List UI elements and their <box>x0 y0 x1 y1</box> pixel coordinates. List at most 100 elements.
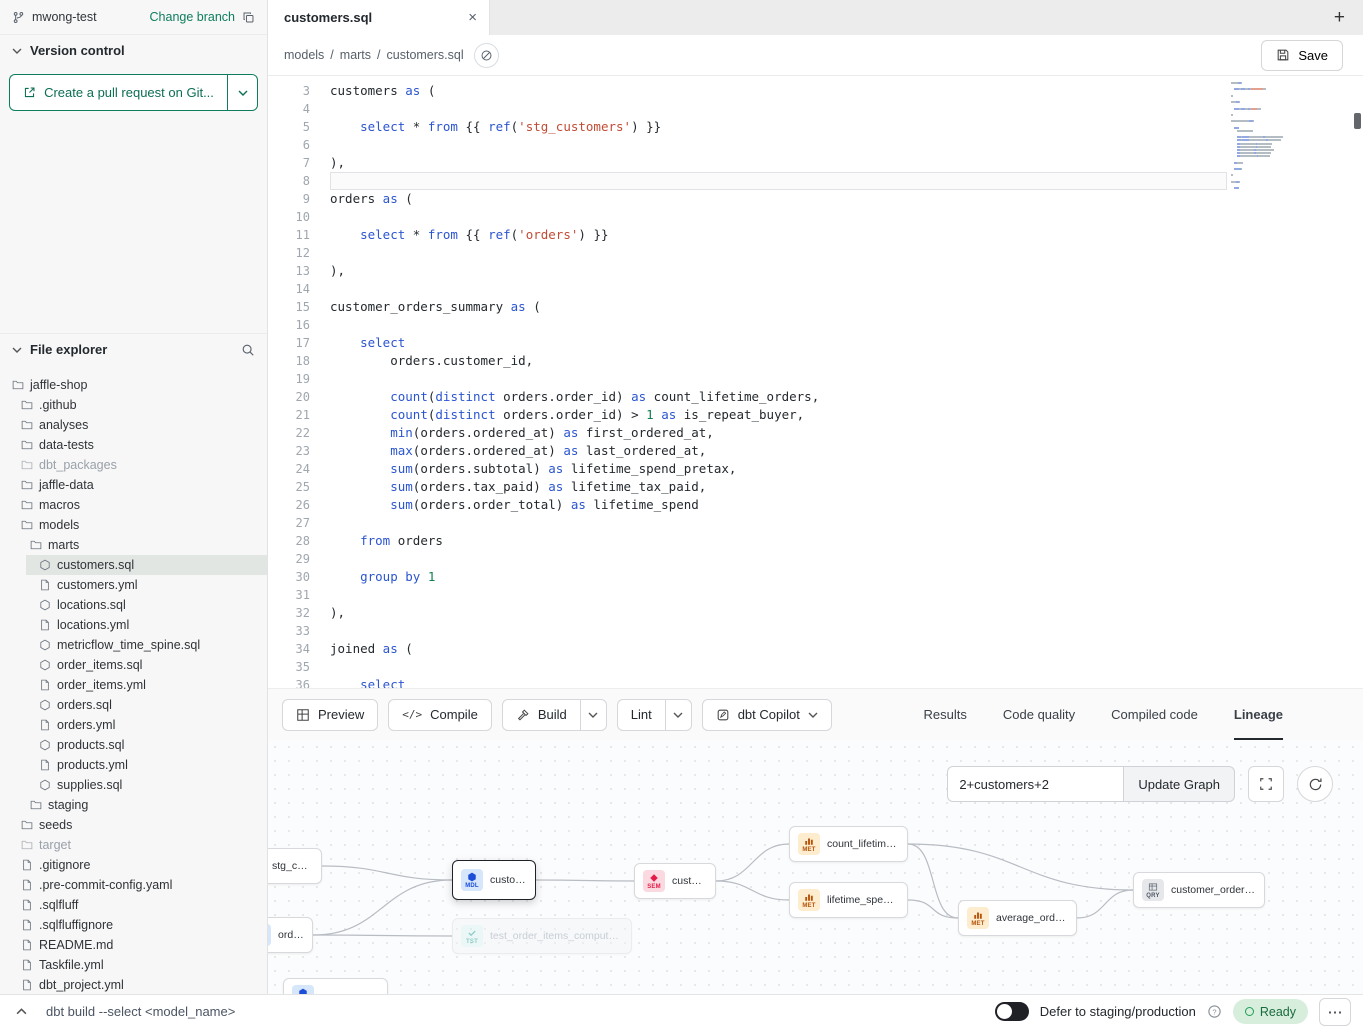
file-tree-item-seeds[interactable]: seeds <box>0 815 267 835</box>
copy-branch-icon[interactable] <box>242 11 255 24</box>
compile-button[interactable]: </> Compile <box>388 699 492 731</box>
code-line[interactable]: 23 max(orders.ordered_at) as last_ordere… <box>268 442 1363 460</box>
build-button[interactable]: Build <box>502 699 580 731</box>
lineage-node-orders_src[interactable]: MDLorders <box>268 917 313 953</box>
code-line[interactable]: 6 <box>268 136 1363 154</box>
file-tree-item-staging[interactable]: staging <box>0 795 267 815</box>
file-tree-item-jaffle-data[interactable]: jaffle-data <box>0 475 267 495</box>
code-line[interactable]: 11 select * from {{ ref('orders') }} <box>268 226 1363 244</box>
file-tree-item-supplies.sql[interactable]: supplies.sql <box>0 775 267 795</box>
lint-button[interactable]: Lint <box>617 699 665 731</box>
build-dropdown-button[interactable] <box>580 699 607 731</box>
file-tree-item-.sqlfluffignore[interactable]: .sqlfluffignore <box>0 915 267 935</box>
code-line[interactable]: 14 <box>268 280 1363 298</box>
lineage-node-count_lifetime_orders[interactable]: METcount_lifetime_orders <box>789 826 908 862</box>
update-graph-button[interactable]: Update Graph <box>1123 766 1235 802</box>
file-tree-item-jaffle-shop[interactable]: jaffle-shop <box>0 375 267 395</box>
breadcrumb-part[interactable]: customers.sql <box>387 48 464 62</box>
code-line[interactable]: 25 sum(orders.tax_paid) as lifetime_tax_… <box>268 478 1363 496</box>
lineage-node-test_order[interactable]: TSTtest_order_items_compute_to_bools... <box>452 918 632 954</box>
breadcrumb-part[interactable]: models <box>284 48 324 62</box>
code-line[interactable]: 24 sum(orders.subtotal) as lifetime_spen… <box>268 460 1363 478</box>
editor-scrollbar[interactable] <box>1354 113 1361 129</box>
code-line[interactable]: 5 select * from {{ ref('stg_customers') … <box>268 118 1363 136</box>
refresh-button[interactable] <box>1297 766 1333 802</box>
code-line[interactable]: 9orders as ( <box>268 190 1363 208</box>
file-tree-item-dbt_project.yml[interactable]: dbt_project.yml <box>0 975 267 994</box>
change-branch-link[interactable]: Change branch <box>150 10 235 24</box>
code-line[interactable]: 13), <box>268 262 1363 280</box>
tab-results[interactable]: Results <box>924 689 967 741</box>
file-tree-item-target[interactable]: target <box>0 835 267 855</box>
file-tree-item-.gitignore[interactable]: .gitignore <box>0 855 267 875</box>
file-tree-item-.github[interactable]: .github <box>0 395 267 415</box>
file-tree-item-order_items.sql[interactable]: order_items.sql <box>0 655 267 675</box>
file-tree-item-orders.yml[interactable]: orders.yml <box>0 715 267 735</box>
tab-code-quality[interactable]: Code quality <box>1003 689 1075 741</box>
close-tab-icon[interactable]: × <box>468 9 477 26</box>
tab-compiled-code[interactable]: Compiled code <box>1111 689 1198 741</box>
tab-lineage[interactable]: Lineage <box>1234 689 1283 741</box>
file-tree-item-Taskfile.yml[interactable]: Taskfile.yml <box>0 955 267 975</box>
code-line[interactable]: 3customers as ( <box>268 82 1363 100</box>
lineage-node-partial_bottom[interactable]: MDL <box>283 978 388 994</box>
breadcrumb-part[interactable]: marts <box>340 48 371 62</box>
code-line[interactable]: 31 <box>268 586 1363 604</box>
fullscreen-button[interactable] <box>1248 766 1284 802</box>
file-explorer-header[interactable]: File explorer <box>0 333 267 365</box>
code-line[interactable]: 33 <box>268 622 1363 640</box>
dbt-copilot-button[interactable]: dbt Copilot <box>702 699 832 731</box>
search-icon[interactable] <box>241 343 255 357</box>
file-tree-item-README.md[interactable]: README.md <box>0 935 267 955</box>
file-tree-item-order_items.yml[interactable]: order_items.yml <box>0 675 267 695</box>
expand-panel-button[interactable] <box>12 1003 30 1021</box>
lineage-panel[interactable]: MDLstg_customers MDLorders MDLcustomers SEM… <box>268 740 1363 994</box>
code-line[interactable]: 29 <box>268 550 1363 568</box>
code-line[interactable]: 36 select <box>268 676 1363 688</box>
code-line[interactable]: 15customer_orders_summary as ( <box>268 298 1363 316</box>
file-tree-item-.sqlfluff[interactable]: .sqlfluff <box>0 895 267 915</box>
file-tree-item-metricflow_time_spine.sql[interactable]: metricflow_time_spine.sql <box>0 635 267 655</box>
file-tree-item-locations.yml[interactable]: locations.yml <box>0 615 267 635</box>
lineage-node-average_order_value[interactable]: METaverage_order_value <box>958 900 1077 936</box>
create-pr-dropdown-button[interactable] <box>227 74 258 111</box>
lineage-node-stg_customers[interactable]: MDLstg_customers <box>268 848 322 884</box>
code-line[interactable]: 27 <box>268 514 1363 532</box>
code-line[interactable]: 20 count(distinct orders.order_id) as co… <box>268 388 1363 406</box>
lineage-node-customers_sem[interactable]: SEMcustomers <box>634 863 716 899</box>
more-options-button[interactable]: ⋯ <box>1319 998 1351 1026</box>
save-button[interactable]: Save <box>1261 40 1343 71</box>
code-line[interactable]: 12 <box>268 244 1363 262</box>
lint-dropdown-button[interactable] <box>665 699 692 731</box>
code-line[interactable]: 28 from orders <box>268 532 1363 550</box>
code-line[interactable]: 26 sum(orders.order_total) as lifetime_s… <box>268 496 1363 514</box>
code-line[interactable]: 19 <box>268 370 1363 388</box>
file-tree-item-data-tests[interactable]: data-tests <box>0 435 267 455</box>
editor-minimap[interactable] <box>1231 82 1315 190</box>
file-tree-item-products.sql[interactable]: products.sql <box>0 735 267 755</box>
code-line[interactable]: 8 <box>268 172 1363 190</box>
code-editor[interactable]: 3customers as (45 select * from {{ ref('… <box>268 76 1363 688</box>
file-tree-item-dbt_packages[interactable]: dbt_packages <box>0 455 267 475</box>
code-line[interactable]: 17 select <box>268 334 1363 352</box>
file-tree-item-analyses[interactable]: analyses <box>0 415 267 435</box>
code-line[interactable]: 16 <box>268 316 1363 334</box>
code-line[interactable]: 30 group by 1 <box>268 568 1363 586</box>
ready-badge[interactable]: Ready <box>1233 999 1308 1024</box>
editor-tab-customers-sql[interactable]: customers.sql × <box>268 0 490 35</box>
code-line[interactable]: 7), <box>268 154 1363 172</box>
code-line[interactable]: 21 count(distinct orders.order_id) > 1 a… <box>268 406 1363 424</box>
code-line[interactable]: 35 <box>268 658 1363 676</box>
new-tab-button[interactable]: + <box>1334 7 1345 29</box>
code-line[interactable]: 4 <box>268 100 1363 118</box>
lineage-node-customer_order_metrics[interactable]: QRYcustomer_order_metrics <box>1133 872 1265 908</box>
file-tree-item-customers.yml[interactable]: customers.yml <box>0 575 267 595</box>
code-line[interactable]: 22 min(orders.ordered_at) as first_order… <box>268 424 1363 442</box>
file-status-button[interactable] <box>474 43 499 68</box>
lineage-selector-input[interactable] <box>947 766 1123 802</box>
file-tree-item-products.yml[interactable]: products.yml <box>0 755 267 775</box>
create-pr-button[interactable]: Create a pull request on Git... <box>9 74 227 111</box>
file-tree-item-marts[interactable]: marts <box>0 535 267 555</box>
lineage-node-customers_mdl[interactable]: MDLcustomers <box>452 860 536 900</box>
file-tree-item-locations.sql[interactable]: locations.sql <box>0 595 267 615</box>
